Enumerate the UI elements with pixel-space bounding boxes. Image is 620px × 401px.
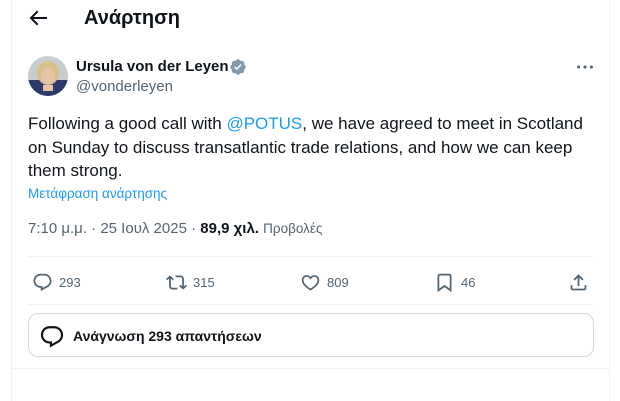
bookmark-icon [437,273,452,292]
reply-count: 293 [59,274,81,290]
tweet-text-part: Following a good call with [28,114,227,133]
bookmark-button[interactable]: 46 [434,270,475,294]
verified-badge-icon [230,59,246,75]
share-icon [570,273,587,290]
page-header: Ανάρτηση [0,0,620,40]
meta-separator: · [191,220,197,237]
repost-count: 315 [193,274,215,290]
repost-button[interactable]: 315 [166,270,215,294]
share-button[interactable] [568,270,589,294]
tweet-date[interactable]: 25 Ιουλ 2025 [100,220,187,237]
read-replies-button[interactable]: Ανάγνωση 293 απαντήσεων [28,313,594,357]
divider [28,304,594,305]
bookmark-count: 46 [461,274,476,290]
heart-icon [301,274,320,291]
views-count: 89,9 χιλ. [200,220,259,237]
reply-icon [33,273,52,291]
action-bar: 293 315 809 46 [28,268,594,296]
author-handle[interactable]: @vonderleyen [76,78,173,96]
divider [11,368,610,369]
tweet-text: Following a good call with @POTUS, we ha… [28,112,594,183]
repost-icon [166,274,187,290]
mention-link[interactable]: @POTUS [226,114,302,133]
tweet-meta: 7:10 μ.μ. · 25 Ιουλ 2025 · 89,9 χιλ. Προ… [28,220,322,238]
avatar[interactable] [28,56,68,96]
more-options-icon[interactable] [574,56,596,78]
read-replies-label: Ανάγνωση 293 απαντήσεων [73,328,262,344]
views-label: Προβολές [263,221,323,236]
arrow-left-icon[interactable] [26,6,50,30]
like-button[interactable]: 809 [300,270,349,294]
translate-post-link[interactable]: Μετάφραση ανάρτησης [28,186,167,202]
author-name[interactable]: Ursula von der Leyen [76,58,229,76]
like-count: 809 [327,274,349,290]
tweet-time[interactable]: 7:10 μ.μ. [28,220,87,237]
page-title: Ανάρτηση [84,7,180,29]
divider [28,256,594,257]
meta-separator: · [91,220,97,237]
reply-button[interactable]: 293 [32,270,81,294]
replies-bubble-icon [40,326,64,348]
